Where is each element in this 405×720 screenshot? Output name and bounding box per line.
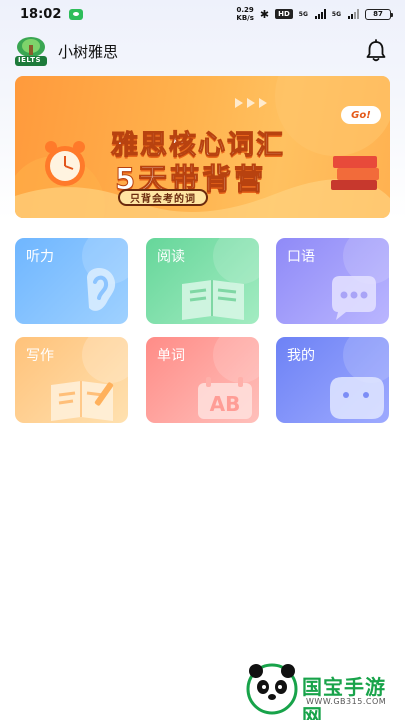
app-logo: IELTS: [14, 36, 48, 66]
go-badge: Go!: [341, 106, 381, 124]
tile-label: 写作: [26, 348, 54, 364]
status-bar: 18:02 0.29 KB/s ✱ HD 5G 5G 87: [0, 0, 405, 28]
books-icon: [331, 156, 379, 190]
battery-icon: 87: [365, 8, 393, 20]
watermark-text: 国宝手游网: [302, 675, 386, 720]
tile-label: 我的: [287, 348, 315, 364]
network-speed: 0.29 KB/s: [236, 6, 253, 22]
app-title: 小树雅思: [58, 42, 119, 61]
sim1-label: 5G: [298, 10, 308, 18]
tile-mine[interactable]: 我的: [276, 337, 389, 423]
tile-listening[interactable]: 听力: [15, 238, 128, 324]
status-indicators: 0.29 KB/s ✱ HD 5G 5G 87: [236, 6, 393, 22]
tile-label: 阅读: [157, 249, 185, 265]
network-speed-value: 0.29: [236, 6, 254, 14]
status-time: 18:02: [20, 6, 62, 22]
signal-icon: [348, 9, 359, 19]
sim2-label: 5G: [331, 10, 341, 18]
tile-speaking[interactable]: 口语: [276, 238, 389, 324]
battery-level: 87: [373, 10, 383, 18]
alarm-clock-icon: [45, 141, 85, 186]
tile-vocabulary[interactable]: 单词 AB: [146, 337, 259, 423]
watermark-url: WWW.GB315.COM: [306, 697, 387, 706]
tile-label: 单词: [157, 348, 185, 364]
app-header: IELTS 小树雅思: [14, 34, 391, 68]
tile-label: 口语: [287, 249, 315, 265]
tile-reading[interactable]: 阅读: [146, 238, 259, 324]
notification-bell-icon[interactable]: [363, 38, 389, 64]
svg-text:AB: AB: [210, 392, 241, 416]
tile-writing[interactable]: 写作: [15, 337, 128, 423]
watermark: 国宝手游网 WWW.GB315.COM: [240, 655, 405, 720]
network-speed-unit: KB/s: [236, 14, 254, 22]
promo-banner[interactable]: 雅思核心词汇 5天带背营 只背会考的词 Go!: [15, 76, 390, 218]
banner-tagline: 只背会考的词: [118, 189, 208, 206]
logo-text: IELTS: [18, 56, 42, 64]
wechat-notification-icon: [69, 8, 84, 20]
signal-icon: [314, 9, 326, 19]
panda-logo-icon: [246, 663, 298, 715]
tile-label: 听力: [26, 249, 54, 265]
hd-badge: HD: [275, 9, 293, 19]
bluetooth-icon: ✱: [259, 7, 270, 21]
